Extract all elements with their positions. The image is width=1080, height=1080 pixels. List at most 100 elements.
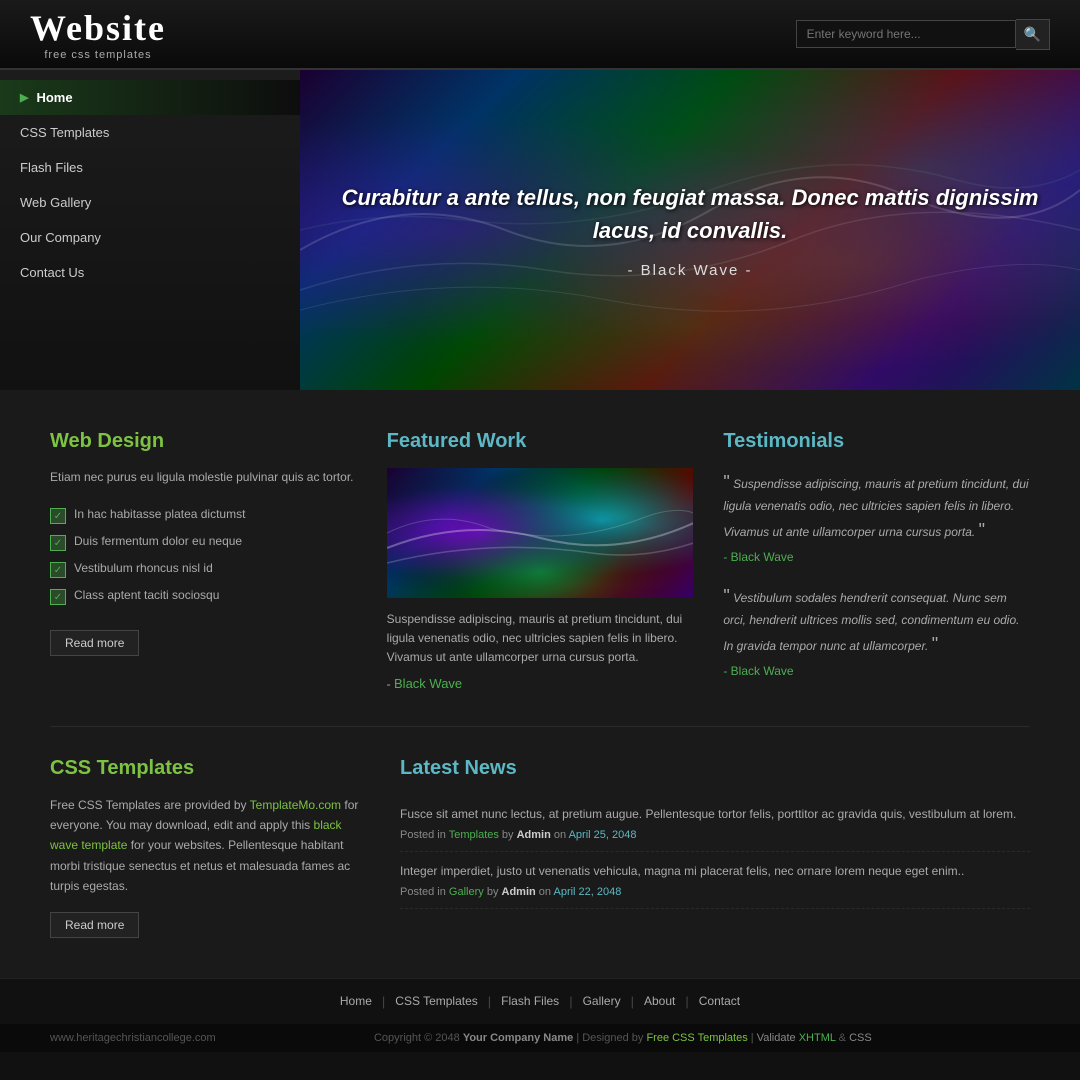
list-item: ✓ Vestibulum rhoncus nisl id xyxy=(50,556,357,583)
testimonial-text: " Vestibulum sodales hendrerit consequat… xyxy=(723,582,1030,659)
nav-item-label: Web Gallery xyxy=(20,195,91,210)
featured-work-col: Featured Work Suspendisse adipiscin xyxy=(387,430,694,696)
close-quote: " xyxy=(932,634,938,654)
list-item: ✓ Duis fermentum dolor eu neque xyxy=(50,529,357,556)
nav-arrow-icon: ▶ xyxy=(20,91,28,104)
footer-nav-item-contact[interactable]: Contact xyxy=(699,994,740,1008)
three-col-section: Web Design Etiam nec purus eu ligula mol… xyxy=(50,390,1030,727)
company-name: Your Company Name xyxy=(463,1032,573,1044)
templatemo-link[interactable]: TemplateMo.com xyxy=(250,798,341,812)
checklist-text: In hac habitasse platea dictumst xyxy=(74,507,245,521)
footer-amp: & xyxy=(839,1032,849,1044)
news-item: Integer imperdiet, justo ut venenatis ve… xyxy=(400,852,1030,909)
close-quote: " xyxy=(979,520,985,540)
web-design-body: Etiam nec purus eu ligula molestie pulvi… xyxy=(50,468,357,487)
css-templates-col: CSS Templates Free CSS Templates are pro… xyxy=(50,757,370,938)
web-design-checklist: ✓ In hac habitasse platea dictumst ✓ Duis f… xyxy=(50,502,357,610)
sidebar-item-home[interactable]: ▶ Home xyxy=(0,80,300,115)
footer-nav-item-gallery[interactable]: Gallery xyxy=(583,994,621,1008)
css-templates-read-more[interactable]: Read more xyxy=(50,912,139,938)
news-date: April 22, 2048 xyxy=(553,886,621,898)
footer-nav-item-home[interactable]: Home xyxy=(340,994,372,1008)
footer-nav-divider: | xyxy=(488,994,491,1009)
featured-work-image[interactable] xyxy=(387,468,694,598)
testimonial-body: Vestibulum sodales hendrerit consequat. … xyxy=(723,591,1019,653)
copyright-text: Copyright © 2048 xyxy=(374,1032,460,1044)
main-layout: ▶ Home CSS Templates Flash Files Web Gallery… xyxy=(0,70,1080,390)
list-item: ✓ In hac habitasse platea dictumst xyxy=(50,502,357,529)
news-text: Integer imperdiet, justo ut venenatis ve… xyxy=(400,862,1030,881)
web-design-title: Web Design xyxy=(50,430,357,453)
news-meta: Posted in Templates by Admin on April 25… xyxy=(400,829,1030,841)
check-icon: ✓ xyxy=(50,535,66,551)
news-author: Admin xyxy=(517,829,551,841)
footer-bottom: www.heritagechristiancollege.com Copyrig… xyxy=(0,1024,1080,1052)
news-date: April 25, 2048 xyxy=(569,829,637,841)
search-input[interactable] xyxy=(796,20,1016,48)
latest-news-title: Latest News xyxy=(400,757,1030,780)
checklist-text: Duis fermentum dolor eu neque xyxy=(74,534,242,548)
check-icon: ✓ xyxy=(50,508,66,524)
nav-container: ▶ Home CSS Templates Flash Files Web Gallery… xyxy=(0,80,300,290)
footer-nav-item-about[interactable]: About xyxy=(644,994,675,1008)
css-templates-body: Free CSS Templates are provided by Templ… xyxy=(50,795,370,897)
footer-url: www.heritagechristiancollege.com xyxy=(50,1032,216,1044)
fct-link[interactable]: Free CSS Templates xyxy=(646,1032,747,1044)
testimonial-text: " Suspendisse adipiscing, mauris at pret… xyxy=(723,468,1030,545)
checklist-text: Vestibulum rhoncus nisl id xyxy=(74,561,213,575)
web-design-col: Web Design Etiam nec purus eu ligula mol… xyxy=(50,430,357,696)
testimonial-item: " Suspendisse adipiscing, mauris at pret… xyxy=(723,468,1030,564)
two-col-section: CSS Templates Free CSS Templates are pro… xyxy=(50,727,1030,938)
footer-pipe1: | Designed by xyxy=(576,1032,646,1044)
nav-item-label: Our Company xyxy=(20,230,101,245)
css-templates-title: CSS Templates xyxy=(50,757,370,780)
footer-copyright: Copyright © 2048 Your Company Name | Des… xyxy=(216,1032,1030,1044)
sidebar-item-contact-us[interactable]: Contact Us xyxy=(0,255,300,290)
latest-news-col: Latest News Fusce sit amet nunc lectus, … xyxy=(400,757,1030,938)
footer-nav-divider: | xyxy=(685,994,688,1009)
featured-work-body: Suspendisse adipiscing, mauris at pretiu… xyxy=(387,610,694,668)
footer-nav-divider: | xyxy=(382,994,385,1009)
hero-quote: Curabitur a ante tellus, non feugiat mas… xyxy=(340,181,1040,247)
check-icon: ✓ xyxy=(50,562,66,578)
validate-text: Validate xyxy=(757,1032,796,1044)
testimonial-link[interactable]: - Black Wave xyxy=(723,664,793,678)
footer-nav-item-css-templates[interactable]: CSS Templates xyxy=(395,994,477,1008)
news-author: Admin xyxy=(502,886,536,898)
logo-subtitle: free css templates xyxy=(44,49,151,61)
top-bar: Website free css templates 🔍 xyxy=(0,0,1080,70)
footer-nav-divider: | xyxy=(631,994,634,1009)
news-category[interactable]: Templates xyxy=(449,829,499,841)
xhtml-text[interactable]: XHTML xyxy=(799,1032,836,1044)
sidebar-item-flash-files[interactable]: Flash Files xyxy=(0,150,300,185)
search-button[interactable]: 🔍 xyxy=(1016,19,1050,50)
hero-text: Curabitur a ante tellus, non feugiat mas… xyxy=(300,161,1080,299)
news-meta: Posted in Gallery by Admin on April 22, … xyxy=(400,886,1030,898)
testimonials-container: " Suspendisse adipiscing, mauris at pret… xyxy=(723,468,1030,678)
web-design-read-more[interactable]: Read more xyxy=(50,630,139,656)
list-item: ✓Class aptent taciti sociosqu xyxy=(50,583,357,610)
footer-nav-item-flash-files[interactable]: Flash Files xyxy=(501,994,559,1008)
sidebar-item-web-gallery[interactable]: Web Gallery xyxy=(0,185,300,220)
open-quote: " xyxy=(723,472,729,492)
footer-nav: Home | CSS Templates | Flash Files | Gallery | A… xyxy=(50,994,1030,1009)
logo-area: Website free css templates xyxy=(30,7,166,61)
css-body-text1: Free CSS Templates are provided by xyxy=(50,798,250,812)
sidebar-item-our-company[interactable]: Our Company xyxy=(0,220,300,255)
open-quote: " xyxy=(723,586,729,606)
search-area: 🔍 xyxy=(796,19,1050,50)
testimonial-link[interactable]: - Black Wave xyxy=(723,550,793,564)
featured-work-title: Featured Work xyxy=(387,430,694,453)
testimonial-item: " Vestibulum sodales hendrerit consequat… xyxy=(723,582,1030,678)
nav-item-label: Home xyxy=(36,90,72,105)
sidebar: ▶ Home CSS Templates Flash Files Web Gallery… xyxy=(0,70,300,390)
content-area: Web Design Etiam nec purus eu ligula mol… xyxy=(0,390,1080,978)
nav-item-label: CSS Templates xyxy=(20,125,109,140)
css-text[interactable]: CSS xyxy=(849,1032,872,1044)
news-item: Fusce sit amet nunc lectus, at pretium a… xyxy=(400,795,1030,852)
news-category[interactable]: Gallery xyxy=(449,886,484,898)
featured-work-link[interactable]: Black Wave xyxy=(394,676,462,691)
footer: Home | CSS Templates | Flash Files | Gallery | A… xyxy=(0,978,1080,1024)
sidebar-item-css-templates[interactable]: CSS Templates xyxy=(0,115,300,150)
news-text: Fusce sit amet nunc lectus, at pretium a… xyxy=(400,805,1030,824)
